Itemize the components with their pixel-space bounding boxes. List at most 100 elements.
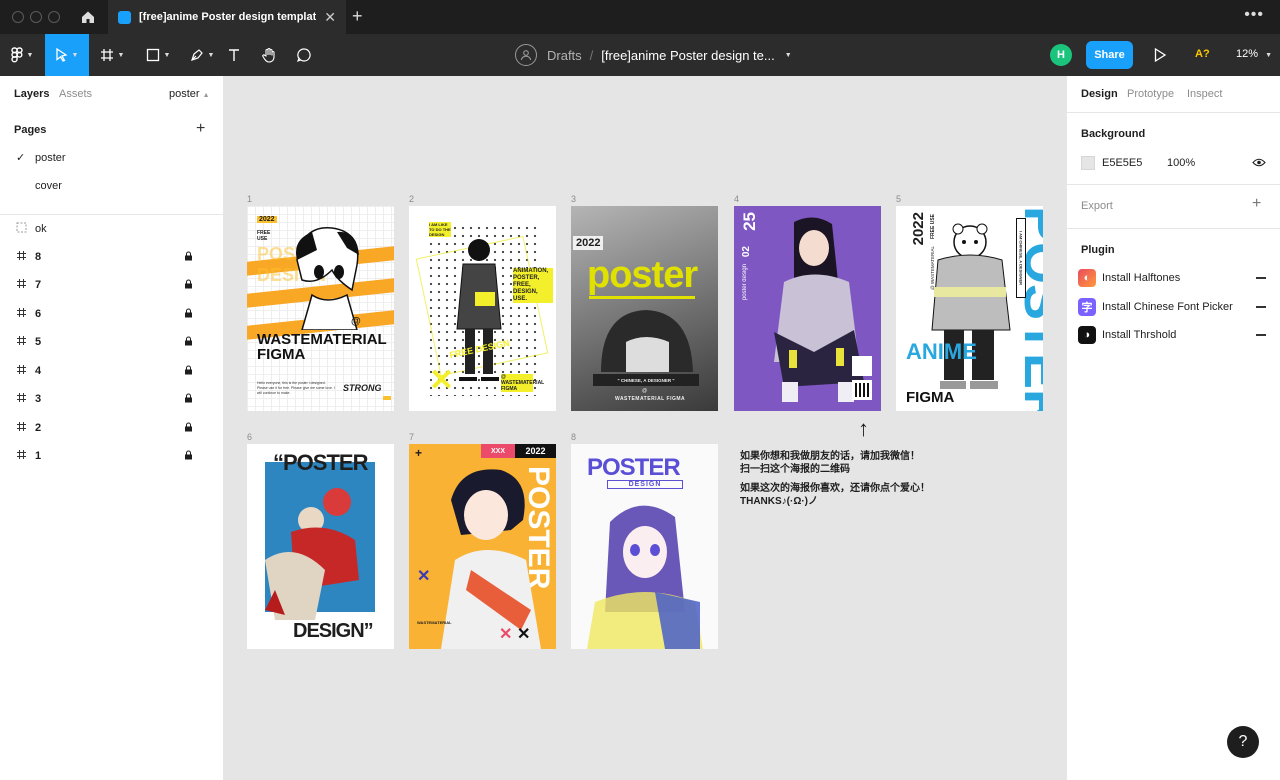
layer-item[interactable]: ok [0, 215, 224, 243]
plugin-item[interactable]: ◑ Install Thrshold [1078, 325, 1266, 345]
team-avatar[interactable] [515, 44, 537, 66]
main-menu-button[interactable]: ▼ [0, 34, 44, 76]
background-hex-input[interactable]: E5E5E5 [1102, 157, 1142, 169]
zoom-level[interactable]: 12% ▼ [1236, 48, 1272, 60]
frame-label[interactable]: 8 [571, 432, 576, 442]
poster-frame-8[interactable]: POSTER DESIGN [571, 444, 718, 649]
tab-inspect[interactable]: Inspect [1187, 88, 1222, 100]
layer-name: 2 [35, 422, 42, 434]
page-item-cover[interactable]: cover [0, 172, 224, 200]
layer-item[interactable]: 7 [0, 271, 224, 299]
layer-item[interactable]: 3 [0, 385, 224, 413]
background-heading: Background [1081, 128, 1146, 140]
anime-characters-illustration [265, 488, 359, 620]
breadcrumb-drafts[interactable]: Drafts [547, 48, 582, 63]
frame-label[interactable]: 3 [571, 194, 576, 204]
frame-label[interactable]: 2 [409, 194, 414, 204]
frame-label[interactable]: 7 [409, 432, 414, 442]
note-line: 如果你想和我做朋友的话，请加我微信！ [740, 451, 920, 462]
window-minimize-button[interactable] [30, 11, 42, 23]
lock-icon[interactable] [184, 336, 193, 346]
layer-item[interactable]: 2 [0, 414, 224, 442]
add-export-icon[interactable]: + [1252, 195, 1261, 213]
bear-character-illustration [931, 223, 1011, 389]
frame-icon [17, 251, 26, 260]
lock-icon[interactable] [184, 365, 193, 375]
poster-frame-2[interactable]: I AM LIKE TO DO THE DESIGN ANIMATION, PO… [409, 206, 556, 411]
layer-name: 3 [35, 393, 42, 405]
layer-item[interactable]: 8 [0, 243, 224, 271]
poster-logo-box [852, 356, 872, 376]
lock-icon[interactable] [184, 393, 193, 403]
lock-icon[interactable] [184, 422, 193, 432]
comment-tool[interactable] [290, 34, 318, 76]
plugin-label: Install Thrshold [1102, 329, 1177, 341]
poster-frame-4[interactable]: 25 02 poster design [734, 206, 881, 411]
move-tool[interactable]: ▼ [45, 34, 89, 76]
poster-frame-7[interactable]: + XXX 2022 POSTER ✕ ✕ ✕ WASTEMATERIAL [409, 444, 556, 649]
help-button[interactable]: ? [1227, 726, 1259, 758]
tab-design[interactable]: Design [1081, 88, 1118, 100]
yellow-block [383, 396, 391, 400]
yellow-x-icon: ✕ [429, 364, 455, 397]
more-options-icon[interactable]: ••• [1244, 6, 1264, 24]
layer-item[interactable]: 6 [0, 300, 224, 328]
poster-credit: WASTEMATERIAL FIGMA [615, 396, 686, 402]
chevron-down-icon[interactable]: ▼ [785, 52, 792, 59]
panel-divider [1067, 112, 1280, 113]
title-bar: [free]anime Poster design template ... ✕… [0, 0, 1280, 34]
background-color-swatch[interactable] [1081, 156, 1095, 170]
poster-xxx: XXX [481, 444, 515, 458]
poster-frame-6[interactable]: “POSTER DESIGN” [247, 444, 394, 649]
poster-year: 2022 [257, 216, 277, 223]
shape-tool[interactable]: ▼ [136, 34, 180, 76]
visibility-eye-icon[interactable] [1252, 157, 1266, 168]
plugin-item[interactable]: ◐ Install Halftones [1078, 268, 1266, 288]
background-opacity-input[interactable]: 100% [1167, 157, 1195, 169]
tab-assets[interactable]: Assets [59, 88, 92, 100]
remove-plugin-icon[interactable] [1256, 306, 1266, 308]
frame-label[interactable]: 4 [734, 194, 739, 204]
lock-icon[interactable] [184, 450, 193, 460]
missing-fonts-indicator[interactable]: A? [1195, 48, 1210, 60]
lock-icon[interactable] [184, 308, 193, 318]
export-heading: Export [1081, 200, 1113, 212]
poster-frame-3[interactable]: 2022 poster " CHINESE, A DESIGNER " @ WA… [571, 206, 718, 411]
page-selector[interactable]: poster ▲ [169, 88, 210, 100]
poster-frame-5[interactable]: POSTER 2022 FREE USE @ WASTEMATERIAL I A… [896, 206, 1043, 411]
layer-name: 5 [35, 336, 42, 348]
text-tool[interactable] [220, 34, 248, 76]
layer-item[interactable]: 1 [0, 442, 224, 470]
user-avatar[interactable]: H [1050, 44, 1072, 66]
lock-icon[interactable] [184, 279, 193, 289]
remove-plugin-icon[interactable] [1256, 277, 1266, 279]
file-tab[interactable]: [free]anime Poster design template ... ✕ [108, 0, 346, 34]
qr-code[interactable] [852, 380, 872, 400]
window-close-button[interactable] [12, 11, 24, 23]
poster-frame-1[interactable]: POSTER DESIGN 2022 FREE USE @ WASTEMATER… [247, 206, 394, 411]
tab-prototype[interactable]: Prototype [1127, 88, 1174, 100]
layer-item[interactable]: 5 [0, 328, 224, 356]
frame-icon [100, 49, 113, 61]
frame-label[interactable]: 5 [896, 194, 901, 204]
present-play-icon[interactable] [1153, 47, 1167, 63]
frame-label[interactable]: 1 [247, 194, 252, 204]
frame-label[interactable]: 6 [247, 432, 252, 442]
pen-tool[interactable]: ▼ [180, 34, 224, 76]
page-item-poster[interactable]: ✓ poster [0, 144, 224, 172]
window-maximize-button[interactable] [48, 11, 60, 23]
layer-item[interactable]: 4 [0, 357, 224, 385]
share-button[interactable]: Share [1086, 41, 1133, 69]
add-page-icon[interactable]: + [196, 120, 205, 138]
remove-plugin-icon[interactable] [1256, 334, 1266, 336]
new-tab-button[interactable]: + [352, 6, 363, 27]
home-button[interactable] [70, 0, 106, 34]
hand-tool[interactable] [255, 34, 283, 76]
lock-icon[interactable] [184, 251, 193, 261]
frame-tool[interactable]: ▼ [90, 34, 134, 76]
plugin-item[interactable]: 字 Install Chinese Font Picker [1078, 297, 1266, 317]
close-tab-icon[interactable]: ✕ [324, 9, 336, 26]
layer-name: 8 [35, 251, 42, 263]
tab-layers[interactable]: Layers [14, 88, 49, 100]
file-name[interactable]: [free]anime Poster design te... [601, 48, 774, 63]
